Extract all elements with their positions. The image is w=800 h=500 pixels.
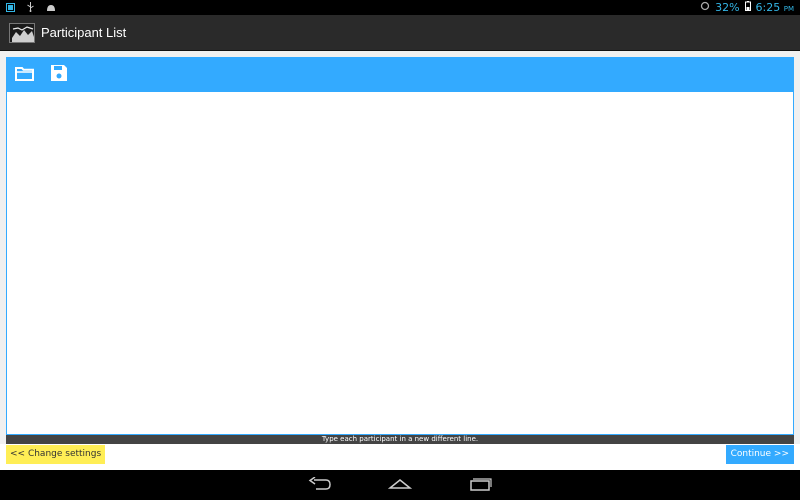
change-settings-button[interactable]: << Change settings — [6, 445, 106, 464]
status-bar: 32% 6:25 PM — [0, 0, 800, 15]
editor-panel — [6, 57, 794, 435]
participant-list-input[interactable] — [7, 92, 793, 434]
save-icon — [50, 64, 68, 86]
notification-icon — [6, 2, 15, 12]
clock: 6:25 PM — [756, 1, 794, 14]
android-debug-icon — [46, 2, 55, 11]
editor-toolbar — [7, 58, 793, 92]
clock-ampm: PM — [783, 5, 794, 13]
open-file-button[interactable] — [13, 65, 35, 85]
navigation-bar — [0, 470, 800, 500]
back-button[interactable] — [307, 475, 333, 495]
hint-text: Type each participant in a new different… — [6, 435, 794, 444]
home-icon — [387, 476, 413, 495]
sync-icon — [700, 1, 710, 14]
screen: 32% 6:25 PM Participant List Type each p… — [0, 0, 800, 500]
home-button[interactable] — [387, 477, 413, 493]
save-file-button[interactable] — [48, 65, 70, 85]
action-bar: Participant List — [0, 15, 800, 51]
clock-time: 6:25 — [755, 1, 781, 14]
status-right: 32% 6:25 PM — [700, 1, 794, 14]
app-logo-icon[interactable] — [9, 23, 35, 43]
continue-button[interactable]: Continue >> — [725, 445, 794, 464]
battery-icon — [744, 1, 751, 14]
bottom-button-row: << Change settings Continue >> — [0, 444, 800, 470]
recent-apps-button[interactable] — [467, 477, 493, 493]
status-left-icons — [6, 2, 55, 12]
back-icon — [308, 475, 332, 495]
folder-open-icon — [14, 66, 34, 85]
battery-percent: 32% — [715, 1, 740, 14]
page-title: Participant List — [41, 25, 127, 40]
recent-apps-icon — [468, 476, 492, 495]
usb-icon — [26, 2, 35, 12]
